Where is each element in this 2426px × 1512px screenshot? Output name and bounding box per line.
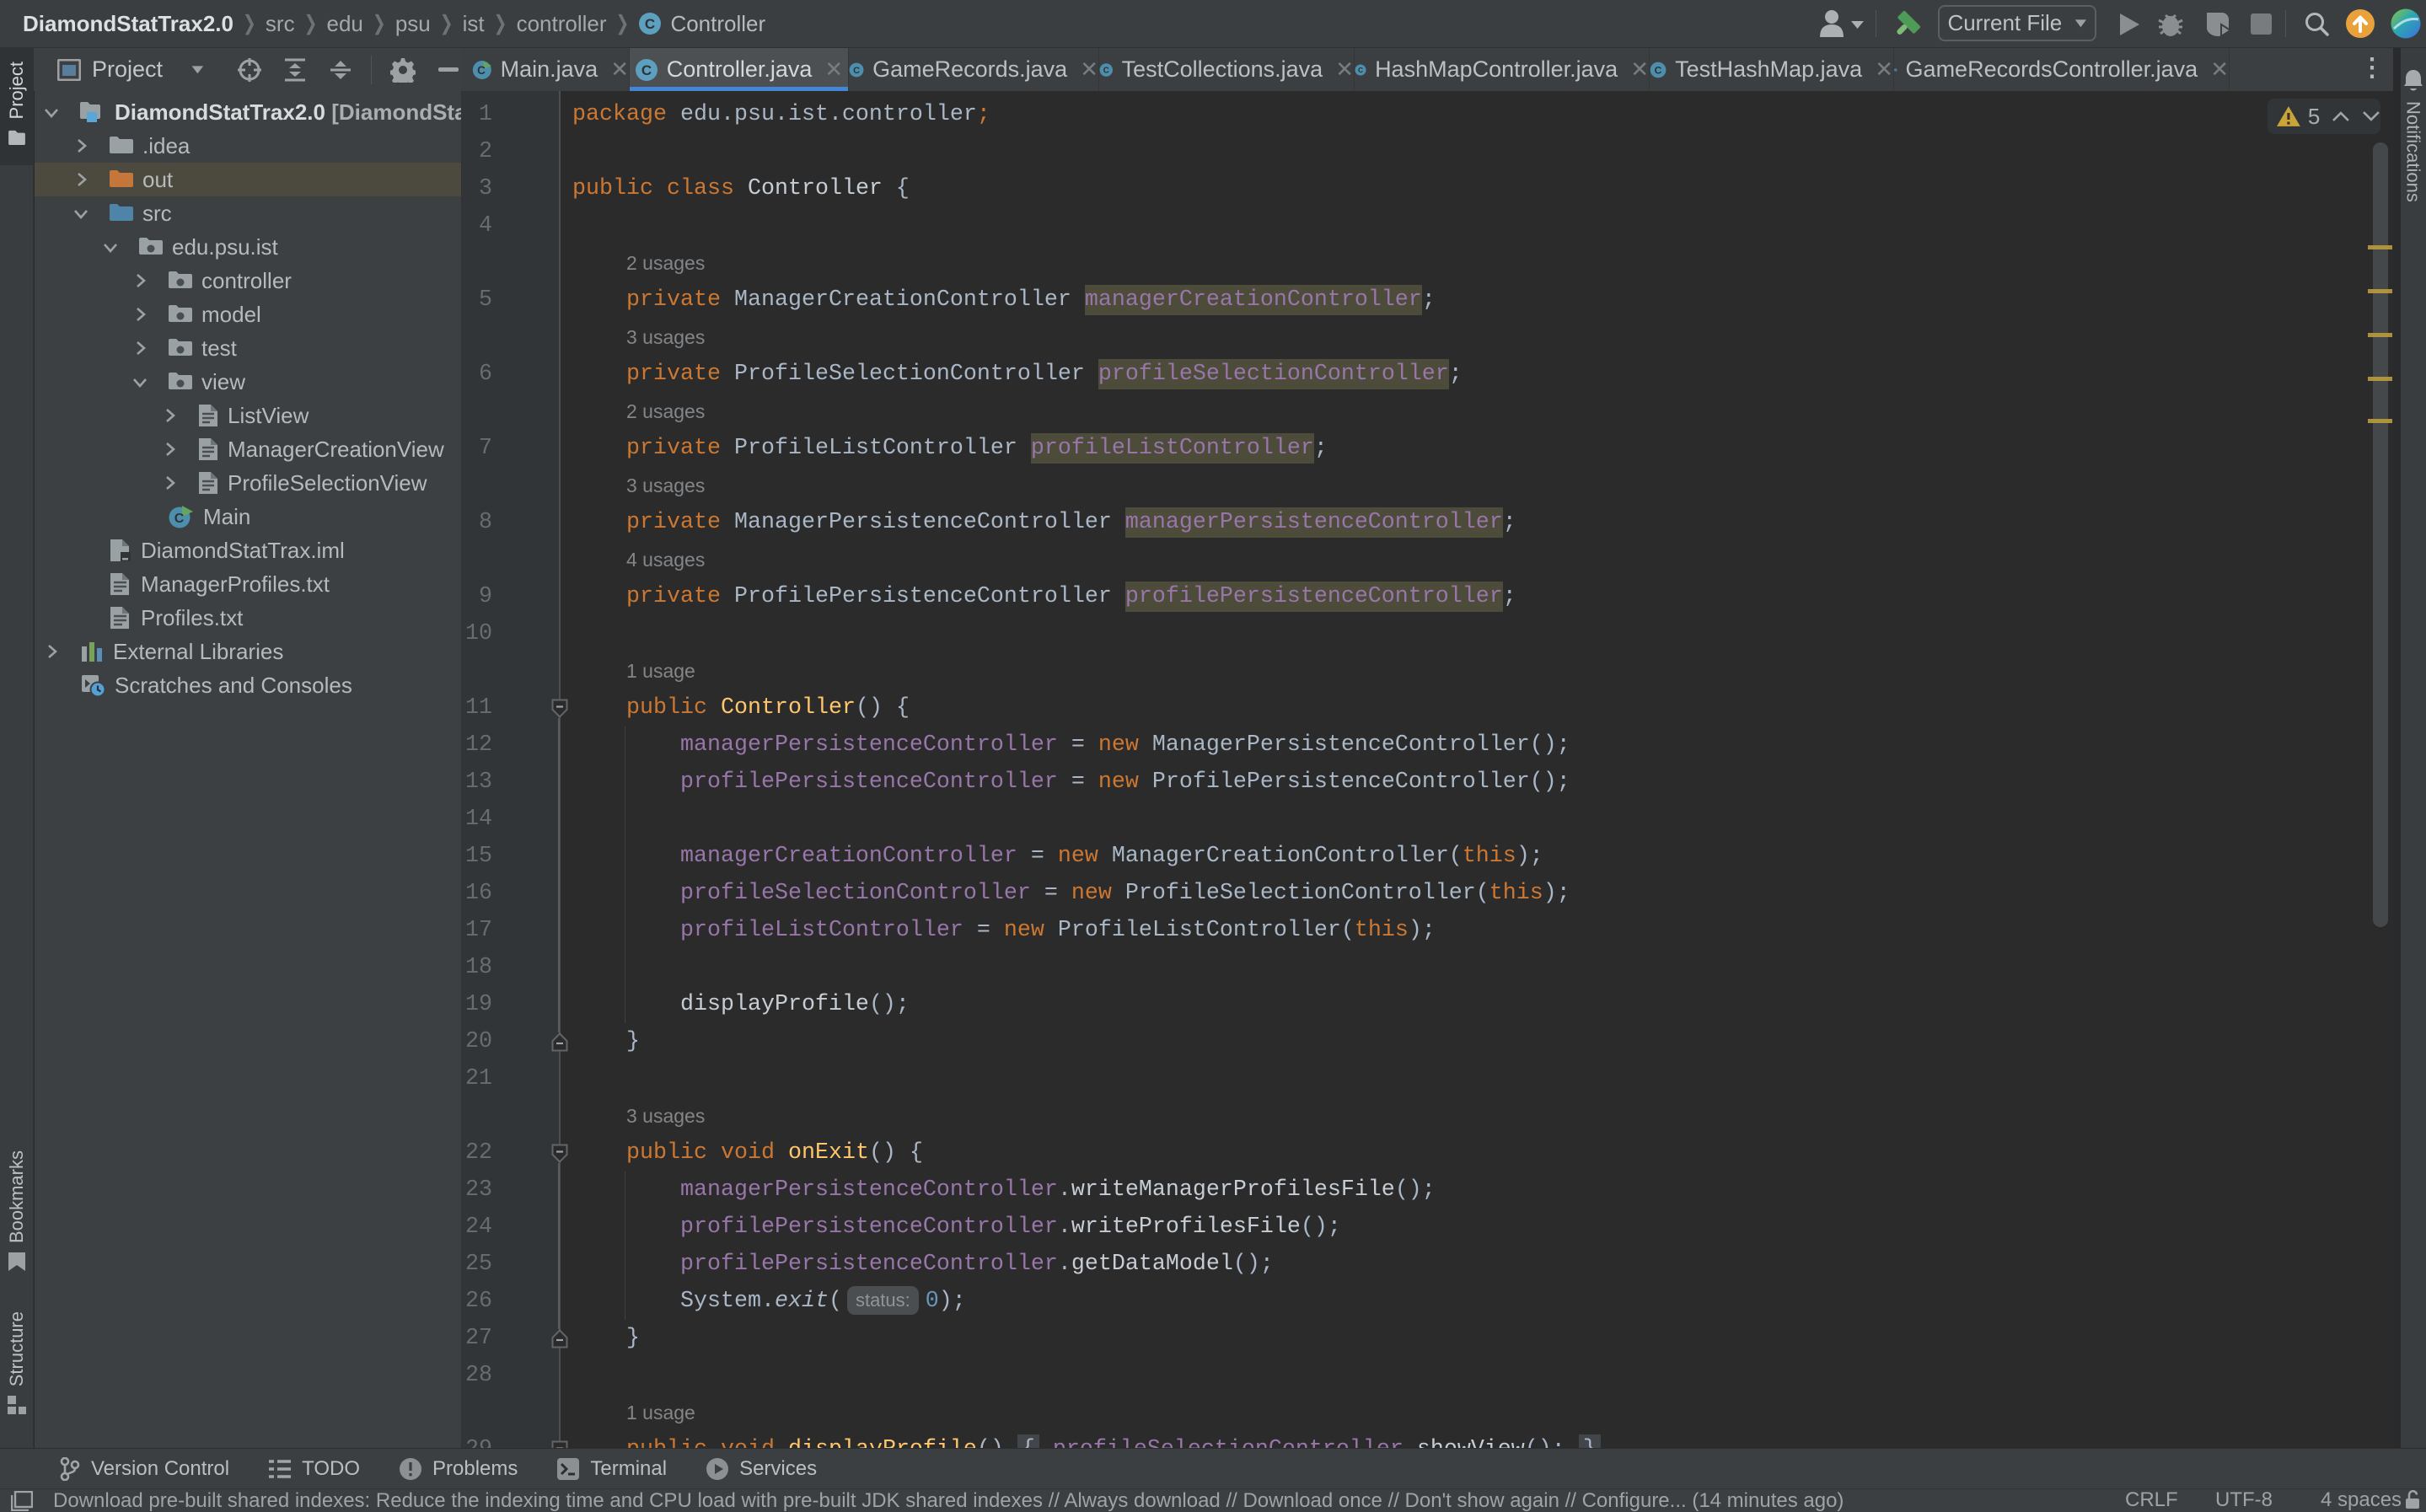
svg-text:C: C [1103,66,1109,75]
svg-text:C: C [853,65,860,75]
svg-text:C: C [174,512,185,526]
svg-text:C: C [1655,64,1662,76]
svg-text:C: C [477,64,486,77]
svg-text:C: C [1358,66,1363,74]
svg-text:C: C [645,16,655,32]
svg-text:C: C [641,62,652,78]
